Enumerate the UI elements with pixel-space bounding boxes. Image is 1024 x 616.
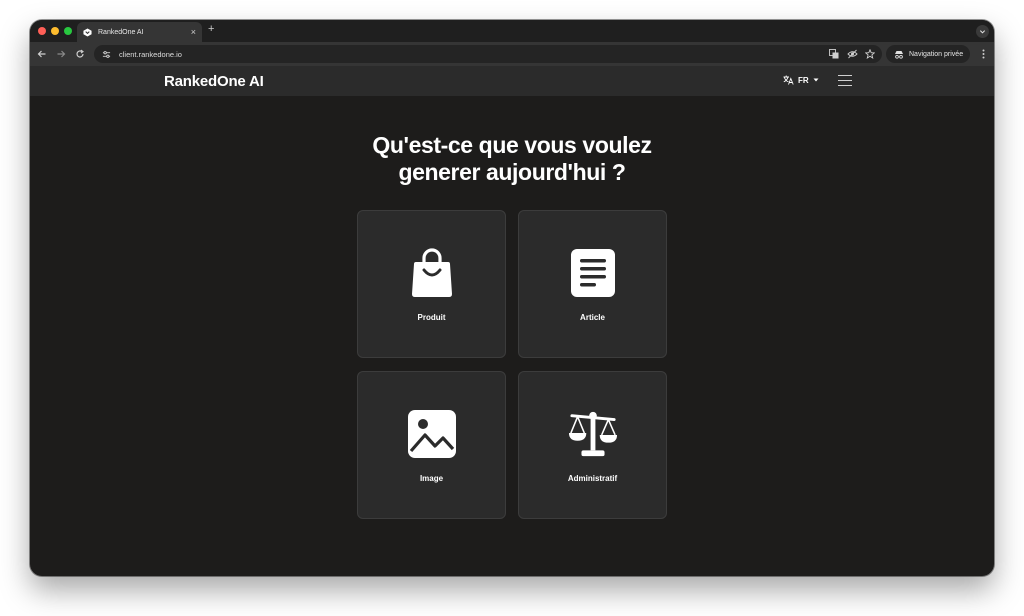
translate-icon[interactable] (828, 48, 840, 60)
image-icon (407, 408, 457, 460)
reload-icon[interactable] (73, 47, 87, 61)
app-header: RankedOne AI FR (30, 66, 994, 96)
language-code: FR (798, 75, 809, 85)
tab-title: RankedOne AI (98, 28, 144, 36)
card-image[interactable]: Image (357, 371, 506, 519)
tab-close-button[interactable]: × (191, 27, 196, 37)
hamburger-icon[interactable] (838, 75, 852, 87)
browser-window: RankedOne AI × + client.rankedone.io Nav… (30, 20, 994, 576)
card-produit[interactable]: Produit (357, 210, 506, 358)
new-tab-button[interactable]: + (208, 24, 214, 35)
incognito-icon (895, 50, 903, 59)
close-window-button[interactable] (38, 27, 46, 35)
browser-toolbar: client.rankedone.io Navigation privée (30, 42, 994, 66)
back-icon[interactable] (35, 47, 49, 61)
translate-icon (783, 75, 794, 85)
page-title: Qu'est-ce que vous voulez generer aujour… (30, 132, 994, 186)
tab-strip: RankedOne AI × + (30, 20, 994, 42)
brand-logo[interactable]: RankedOne AI (164, 73, 264, 90)
site-info-icon[interactable] (99, 47, 113, 61)
private-browsing-label: Navigation privée (909, 50, 964, 58)
favicon-icon (83, 27, 92, 37)
browser-tab[interactable]: RankedOne AI × (77, 22, 202, 42)
document-icon (568, 247, 618, 299)
incognito-indicator[interactable]: Navigation privée (886, 45, 970, 63)
card-label: Image (419, 474, 444, 483)
kebab-menu-icon[interactable] (980, 48, 986, 60)
card-label: Administratif (567, 474, 618, 483)
url-text: client.rankedone.io (119, 49, 182, 59)
card-administratif[interactable]: Administratif (518, 371, 667, 519)
address-bar[interactable]: client.rankedone.io (94, 45, 882, 63)
card-label: Article (580, 313, 605, 322)
tab-search-icon[interactable] (976, 25, 989, 38)
card-article[interactable]: Article (518, 210, 667, 358)
forward-icon[interactable] (54, 47, 68, 61)
page-title-line-2: generer aujourd'hui ? (398, 159, 626, 185)
maximize-window-button[interactable] (64, 27, 72, 35)
star-icon[interactable] (864, 48, 876, 60)
card-label: Produit (417, 313, 446, 322)
language-selector[interactable]: FR (783, 75, 819, 85)
eye-off-icon[interactable] (846, 48, 858, 60)
minimize-window-button[interactable] (51, 27, 59, 35)
caret-down-icon (813, 78, 819, 82)
shopping-bag-icon (407, 247, 457, 299)
scales-icon (568, 408, 618, 460)
page-title-line-1: Qu'est-ce que vous voulez (372, 132, 652, 158)
